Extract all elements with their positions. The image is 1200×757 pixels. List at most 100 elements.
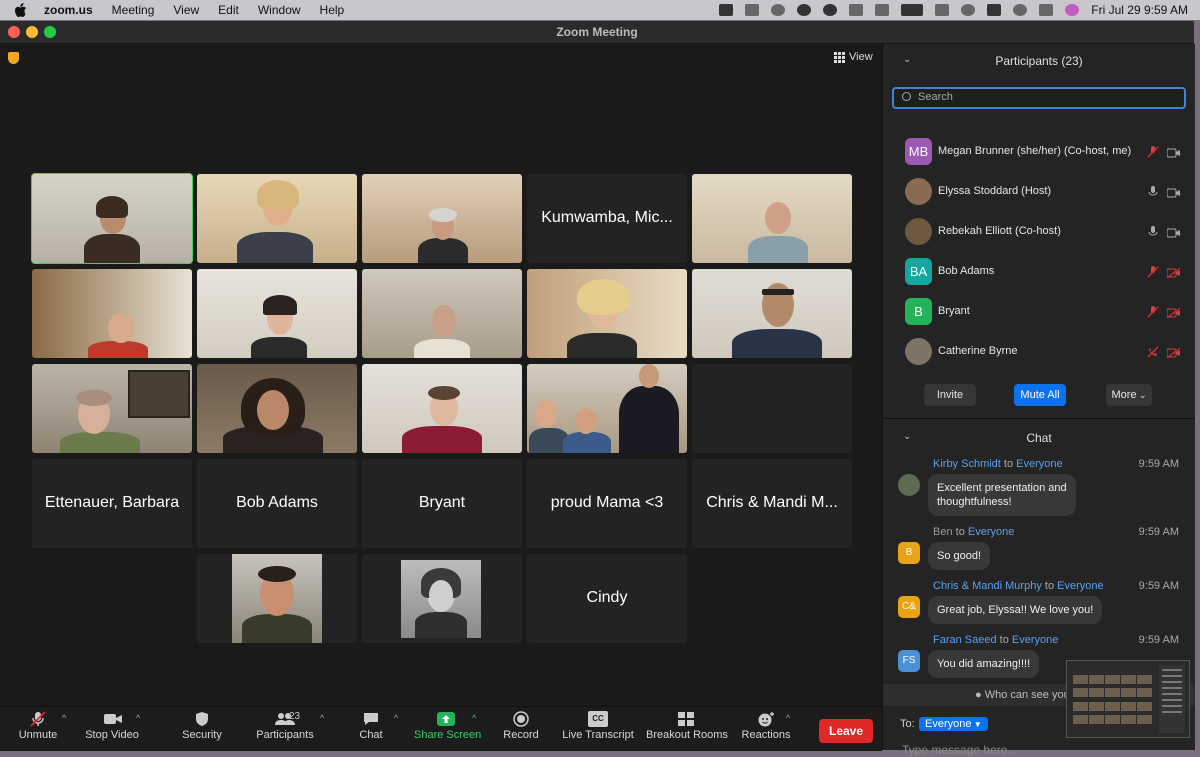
video-tile[interactable] <box>197 364 357 453</box>
video-tile[interactable] <box>362 554 522 643</box>
preview-side-panel <box>1159 665 1185 733</box>
participants-button[interactable]: 23 Participants <box>256 711 314 741</box>
security-button[interactable]: Security <box>180 711 224 741</box>
video-tile[interactable] <box>692 364 852 453</box>
video-tile[interactable]: proud Mama <3 <box>527 459 687 548</box>
audience: Everyone <box>1016 458 1063 470</box>
participant-search-input[interactable]: Search <box>892 87 1186 109</box>
video-tile[interactable] <box>362 269 522 358</box>
invite-button[interactable]: Invite <box>924 384 976 406</box>
menu-edit[interactable]: Edit <box>218 3 239 17</box>
participant-row[interactable]: BA Bob Adams <box>883 252 1195 292</box>
participant-row[interactable]: B Bryant <box>883 292 1195 332</box>
menu-view[interactable]: View <box>173 3 199 17</box>
zoom-status-icon[interactable] <box>719 4 734 16</box>
video-tile[interactable] <box>32 269 192 358</box>
mute-all-button[interactable]: Mute All <box>1014 384 1066 406</box>
video-tile[interactable]: Bryant <box>362 459 522 548</box>
keyboard-icon[interactable] <box>987 4 1002 16</box>
participant-row[interactable]: Rebekah Elliott (Co-host) <box>883 212 1195 252</box>
muted-mic-icon[interactable] <box>1147 146 1159 158</box>
video-tile[interactable]: Chris & Mandi M... <box>692 459 852 548</box>
bluetooth-icon[interactable] <box>875 4 890 16</box>
muted-mic-icon[interactable] <box>1147 266 1159 278</box>
video-on-icon[interactable] <box>1166 227 1181 238</box>
mic-on-icon[interactable] <box>1147 186 1158 198</box>
siri-icon[interactable] <box>1065 4 1080 16</box>
video-options-caret-icon[interactable]: ^ <box>136 713 140 723</box>
video-tile[interactable]: Kumwamba, Mic... <box>527 174 687 263</box>
participant-row[interactable]: Catherine Byrne <box>883 332 1195 372</box>
encryption-shield-icon[interactable] <box>8 52 19 64</box>
reactions-options-caret-icon[interactable]: ^ <box>786 713 790 723</box>
menu-window[interactable]: Window <box>258 3 301 17</box>
share-screen-button[interactable]: Share Screen <box>414 711 481 741</box>
video-tile[interactable] <box>692 174 852 263</box>
sender-name[interactable]: Faran Saeed <box>933 634 997 646</box>
recipient-dropdown[interactable]: Everyone ▼ <box>919 717 988 731</box>
leave-button[interactable]: Leave <box>819 719 873 743</box>
view-button[interactable]: View <box>834 51 873 63</box>
menu-meeting[interactable]: Meeting <box>112 3 155 17</box>
apple-logo-icon[interactable] <box>14 3 30 17</box>
battery-icon[interactable] <box>901 4 924 16</box>
video-tile[interactable] <box>527 269 687 358</box>
muted-mic-icon[interactable] <box>1147 306 1159 318</box>
participant-row[interactable]: MB Megan Brunner (she/her) (Co-host, me) <box>883 132 1195 172</box>
video-tile[interactable] <box>362 174 522 263</box>
tile-name: proud Mama <3 <box>550 494 664 511</box>
share-options-caret-icon[interactable]: ^ <box>472 713 476 723</box>
participant-name: Bob Adams <box>938 265 995 277</box>
reactions-button[interactable]: Reactions <box>740 711 792 741</box>
screen-share-preview-thumbnail[interactable] <box>1066 660 1190 738</box>
video-tile[interactable] <box>362 364 522 453</box>
menu-help[interactable]: Help <box>320 3 345 17</box>
live-transcript-button[interactable]: CC Live Transcript <box>562 711 634 741</box>
participant-row[interactable]: Elyssa Stoddard (Host) <box>883 172 1195 212</box>
video-on-icon[interactable] <box>1166 147 1181 158</box>
chat-options-caret-icon[interactable]: ^ <box>394 713 398 723</box>
menubar-clock[interactable]: Fri Jul 29 9:59 AM <box>1091 3 1188 17</box>
grammarly-icon[interactable] <box>823 4 838 16</box>
chat-button[interactable]: Chat <box>356 711 386 741</box>
mic-on-icon[interactable] <box>1147 226 1158 238</box>
video-tile[interactable] <box>197 554 357 643</box>
unmute-button[interactable]: Unmute <box>18 711 58 741</box>
more-button[interactable]: More ⌄ <box>1106 384 1152 406</box>
video-tile[interactable] <box>197 174 357 263</box>
video-tile[interactable] <box>527 364 687 453</box>
video-tile[interactable] <box>692 269 852 358</box>
phone-muted-icon[interactable] <box>1147 346 1159 358</box>
video-tile[interactable] <box>31 173 193 264</box>
video-tile[interactable] <box>32 364 192 453</box>
menu-app-name[interactable]: zoom.us <box>44 3 93 17</box>
breakout-rooms-button[interactable]: Breakout Rooms <box>646 711 728 741</box>
stop-video-button[interactable]: Stop Video <box>84 711 140 741</box>
video-on-icon[interactable] <box>1166 187 1181 198</box>
sender-name[interactable]: Kirby Schmidt <box>933 458 1001 470</box>
wifi-icon[interactable] <box>935 4 950 16</box>
moon-icon[interactable] <box>771 4 786 16</box>
spotlight-search-icon[interactable] <box>1013 4 1028 16</box>
video-tile[interactable]: Cindy <box>527 554 687 643</box>
video-off-icon[interactable] <box>1166 267 1181 279</box>
b-app-icon[interactable] <box>797 4 812 16</box>
control-center-icon[interactable] <box>1039 4 1054 16</box>
chat-message-input[interactable]: Type message here... <box>902 743 1017 757</box>
record-button[interactable]: Record <box>502 711 540 741</box>
participants-options-caret-icon[interactable]: ^ <box>320 713 324 723</box>
audio-options-caret-icon[interactable]: ^ <box>62 713 66 723</box>
video-off-icon[interactable] <box>1166 347 1181 359</box>
message-text: You did amazing!!!! <box>937 658 1031 670</box>
video-tile[interactable]: Ettenauer, Barbara <box>32 459 192 548</box>
profile-photo <box>401 560 481 638</box>
drive-icon[interactable] <box>745 4 760 16</box>
sender-name[interactable]: Ben <box>933 526 953 538</box>
video-off-icon[interactable] <box>1166 307 1181 319</box>
time-machine-icon[interactable] <box>961 4 976 16</box>
video-tile[interactable]: Bob Adams <box>197 459 357 548</box>
audio-icon[interactable] <box>849 4 864 16</box>
muted-mic-icon <box>29 711 47 727</box>
video-tile[interactable] <box>197 269 357 358</box>
sender-name[interactable]: Chris & Mandi Murphy <box>933 580 1042 592</box>
